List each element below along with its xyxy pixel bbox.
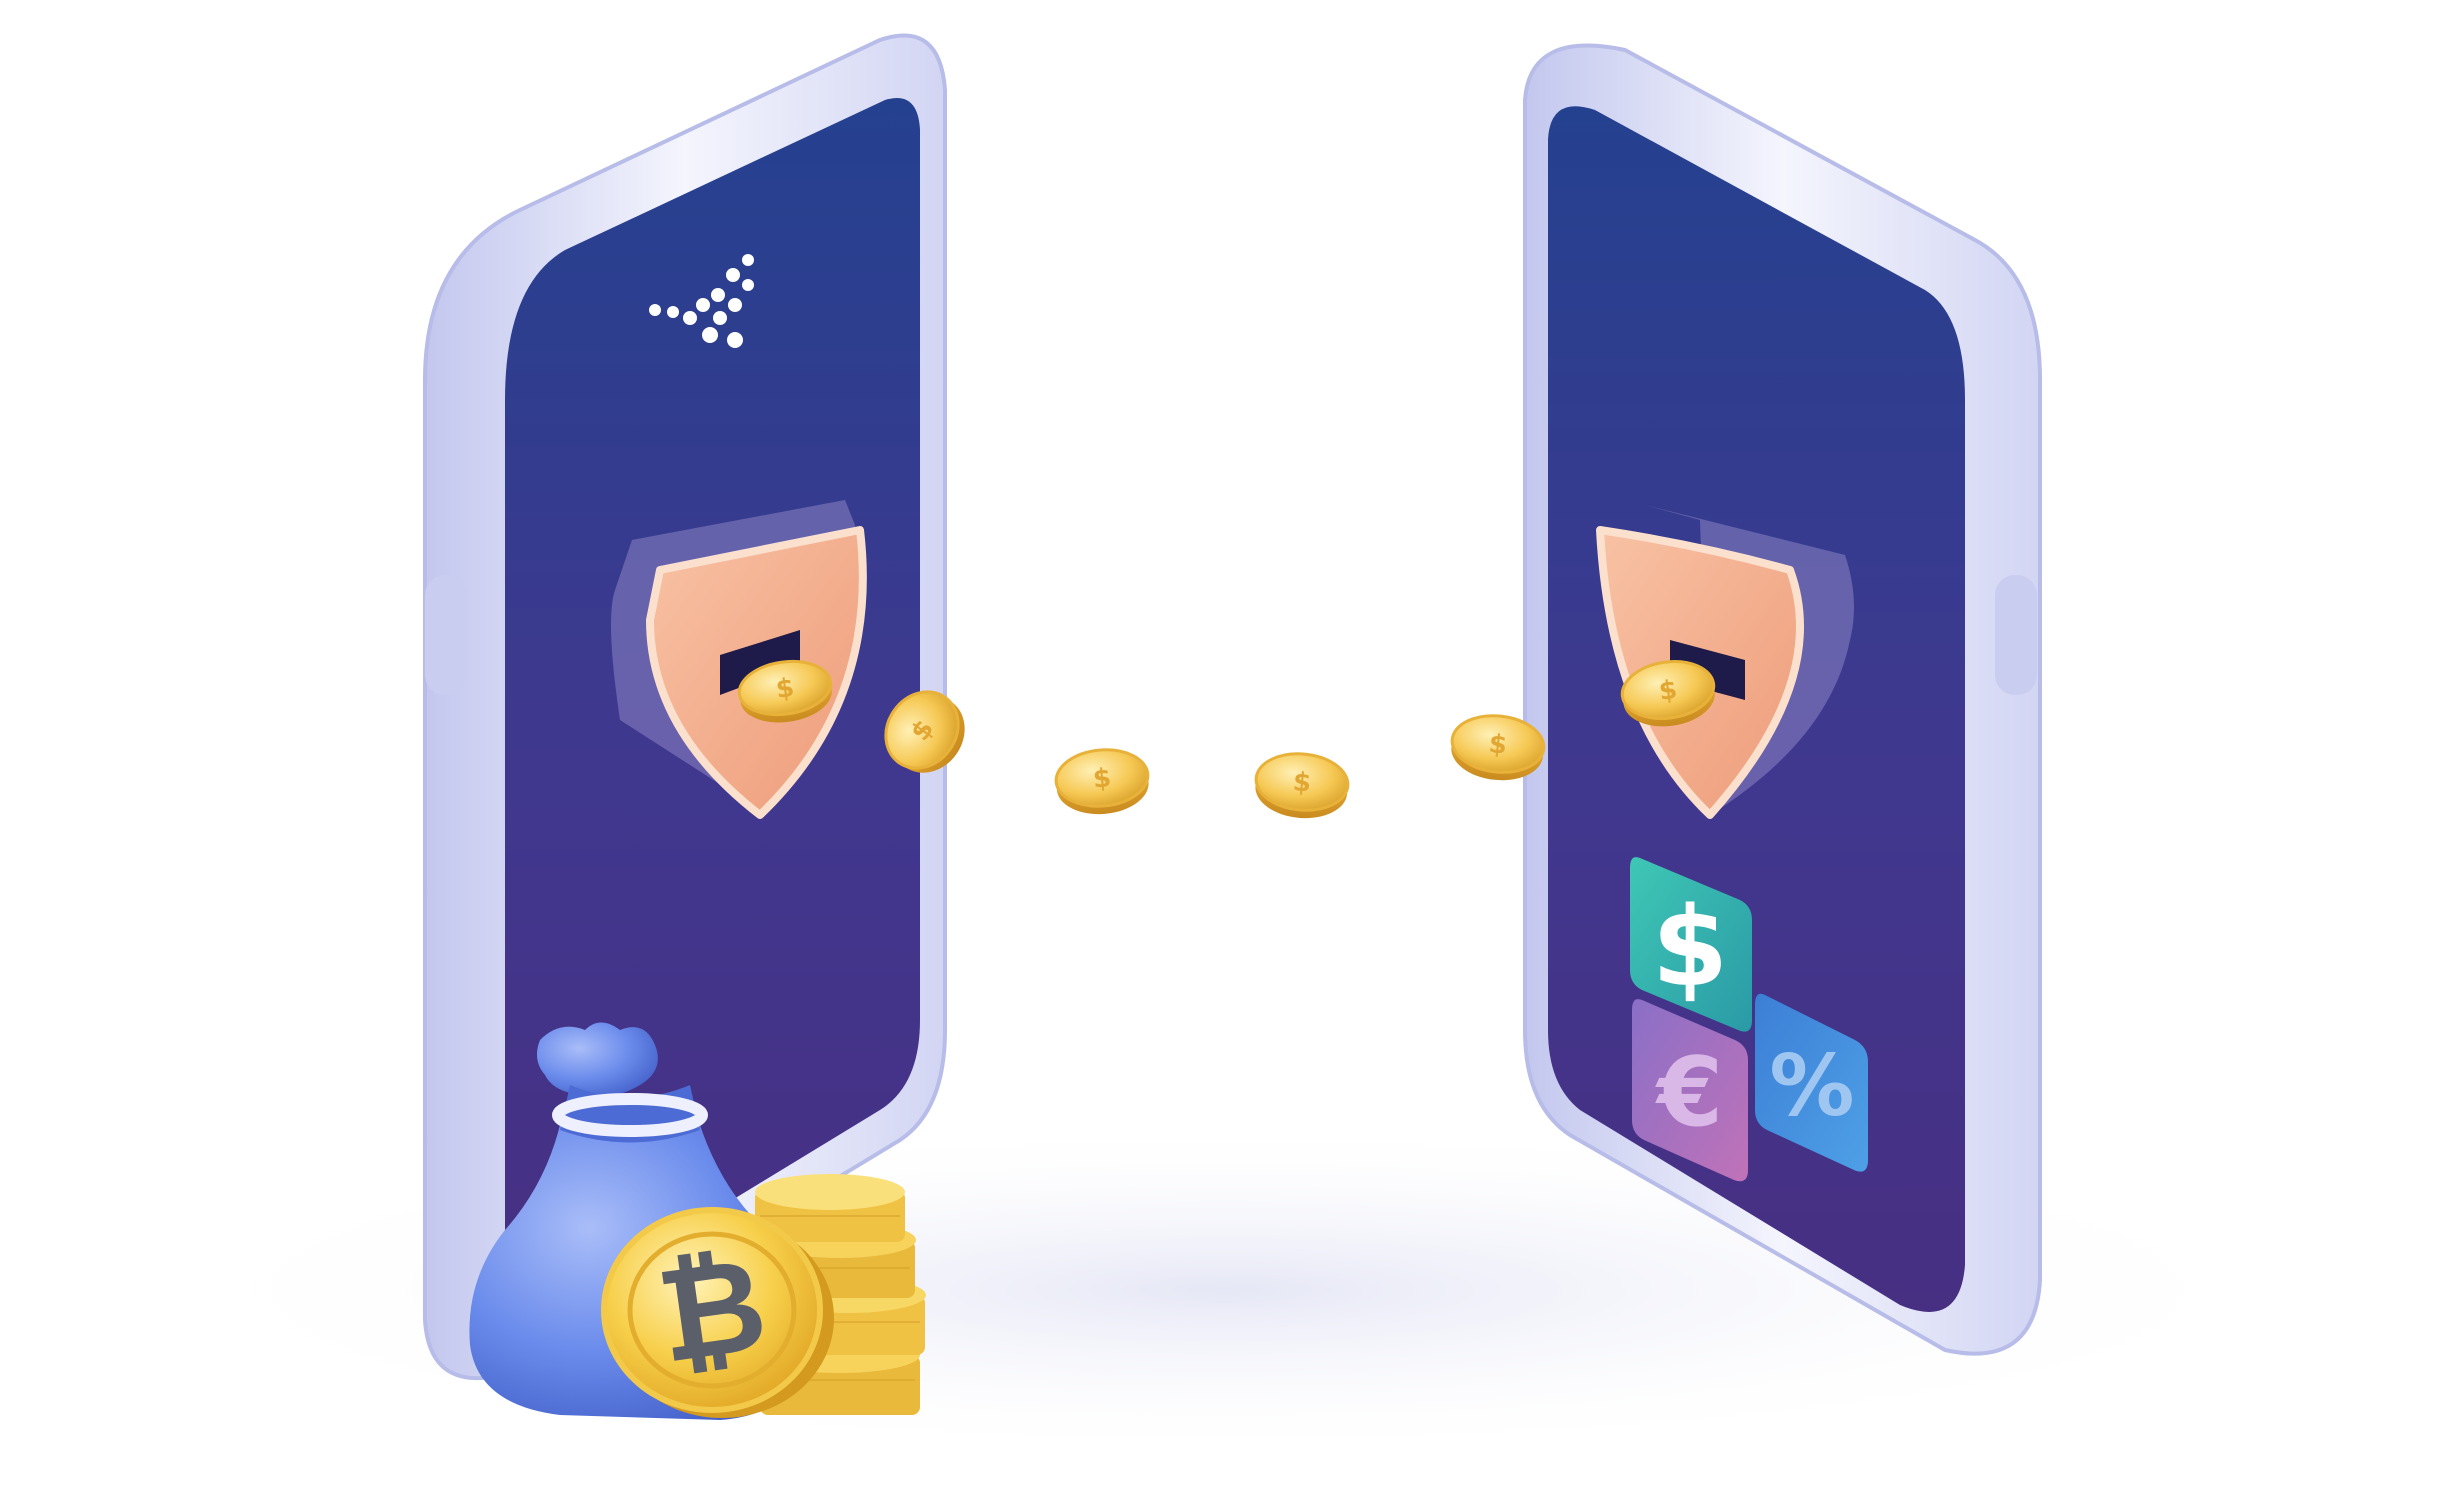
- dollar-coin-icon: $: [1054, 748, 1150, 815]
- fintech-illustration: $ € % $ $ $ $ $ $ ₿: [0, 0, 2452, 1508]
- euro-tile-symbol: €: [1655, 1038, 1723, 1148]
- svg-text:$: $: [1292, 767, 1313, 798]
- percent-tile-symbol: %: [1769, 1037, 1854, 1136]
- dollar-tile-symbol: $: [1652, 883, 1729, 1011]
- side-button: [425, 575, 467, 695]
- bitcoin-symbol: ₿: [649, 1227, 775, 1392]
- svg-text:$: $: [1092, 763, 1113, 794]
- svg-text:$: $: [1487, 729, 1508, 761]
- dollar-coin-icon: $: [1254, 752, 1350, 819]
- side-button: [1995, 575, 2037, 695]
